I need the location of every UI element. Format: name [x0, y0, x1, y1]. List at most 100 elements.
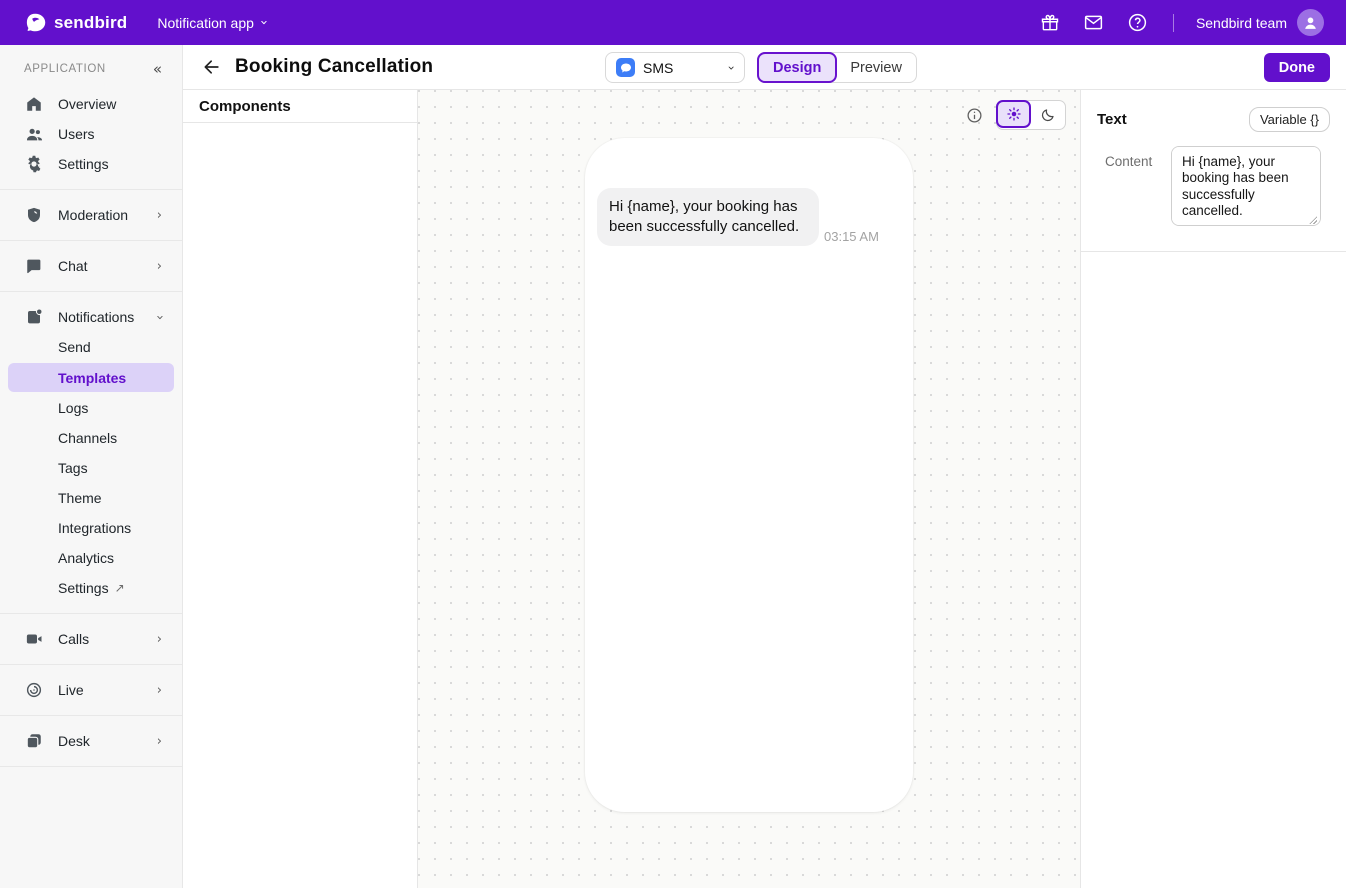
sidebar-subitem-label: Channels	[58, 430, 117, 446]
sidebar-subitem-channels[interactable]: Channels	[0, 423, 182, 453]
sidebar-divider	[0, 189, 182, 190]
sidebar-item-moderation[interactable]: Moderation ›	[0, 200, 182, 230]
sidebar-subitem-analytics[interactable]: Analytics	[0, 543, 182, 573]
sidebar-divider	[0, 291, 182, 292]
sidebar-item-live[interactable]: Live ›	[0, 675, 182, 705]
app-selector-label: Notification app	[157, 15, 254, 31]
home-icon	[24, 95, 44, 113]
sidebar-item-label: Desk	[58, 733, 90, 749]
tab-preview[interactable]: Preview	[836, 53, 916, 82]
video-call-icon	[24, 630, 44, 648]
sidebar: APPLICATION « Overview Users Settings Mo…	[0, 45, 183, 888]
inspector-section-title: Text	[1097, 111, 1127, 128]
logo-wordmark: sendbird	[54, 13, 127, 33]
desk-icon	[24, 732, 44, 750]
sidebar-subitem-label: Analytics	[58, 550, 114, 566]
chevron-right-icon: ›	[157, 734, 162, 749]
chevron-right-icon: ›	[157, 632, 162, 647]
topbar-actions: Sendbird team	[1039, 9, 1324, 36]
sidebar-item-label: Overview	[58, 96, 116, 112]
sidebar-subitem-settings-external[interactable]: Settings ↗	[0, 573, 182, 603]
chevron-down-icon: ›	[726, 65, 738, 70]
sidebar-item-label: Notifications	[58, 309, 134, 325]
sidebar-subitem-tags[interactable]: Tags	[0, 453, 182, 483]
sidebar-subitem-label: Logs	[58, 400, 88, 416]
inspector-panel: Text Variable {} Content Hi {name}, your…	[1080, 90, 1346, 888]
done-button[interactable]: Done	[1264, 53, 1330, 82]
notifications-icon	[24, 308, 44, 326]
sendbird-logo[interactable]: sendbird	[26, 12, 127, 33]
content-label: Content	[1097, 146, 1159, 231]
page-title: Booking Cancellation	[235, 56, 433, 78]
collapse-sidebar-icon[interactable]: «	[153, 60, 162, 78]
mail-icon[interactable]	[1083, 12, 1105, 34]
sidebar-subitem-logs[interactable]: Logs	[0, 393, 182, 423]
dark-mode-button[interactable]	[1030, 101, 1065, 129]
theme-toggle	[996, 100, 1066, 130]
components-panel: Components	[183, 90, 418, 888]
sidebar-item-label: Calls	[58, 631, 89, 647]
chevron-down-icon: ›	[152, 314, 167, 319]
sidebar-item-calls[interactable]: Calls ›	[0, 624, 182, 654]
mode-tabs: Design Preview	[757, 52, 917, 83]
phone-mockup: Hi {name}, your booking has been success…	[585, 138, 913, 812]
message-row: Hi {name}, your booking has been success…	[585, 138, 913, 246]
sidebar-divider	[0, 664, 182, 665]
canvas-toolbar	[964, 100, 1066, 130]
sidebar-subitem-label: Send	[58, 339, 91, 355]
sidebar-divider	[0, 715, 182, 716]
account-menu[interactable]: Sendbird team	[1196, 9, 1324, 36]
components-panel-title: Components	[183, 90, 417, 123]
content-textarea[interactable]: Hi {name}, your booking has been success…	[1171, 146, 1321, 226]
sidebar-divider	[0, 240, 182, 241]
sidebar-section-label: APPLICATION	[24, 63, 153, 75]
sidebar-subitem-templates[interactable]: Templates	[8, 363, 174, 392]
sidebar-subitem-label: Settings	[58, 580, 109, 596]
sidebar-subitem-label: Templates	[58, 370, 126, 386]
sidebar-item-label: Chat	[58, 258, 88, 274]
sendbird-logo-icon	[26, 12, 47, 33]
sidebar-divider	[0, 766, 182, 767]
message-timestamp: 03:15 AM	[824, 229, 879, 246]
users-icon	[24, 125, 44, 144]
variable-button[interactable]: Variable {}	[1249, 107, 1330, 132]
sidebar-subitem-send[interactable]: Send	[0, 332, 182, 362]
chevron-right-icon: ›	[157, 259, 162, 274]
page-header: Booking Cancellation SMS › Design Previe…	[183, 45, 1346, 90]
sidebar-item-overview[interactable]: Overview	[0, 89, 182, 119]
design-canvas[interactable]: Hi {name}, your booking has been success…	[418, 90, 1080, 888]
text-component-section: Text Variable {} Content Hi {name}, your…	[1081, 90, 1346, 252]
channel-select[interactable]: SMS ›	[605, 52, 745, 83]
gift-icon[interactable]	[1039, 12, 1061, 34]
sidebar-subitem-label: Tags	[58, 460, 88, 476]
app-selector[interactable]: Notification app ›	[157, 15, 266, 31]
light-mode-button[interactable]	[996, 100, 1031, 128]
chevron-right-icon: ›	[157, 208, 162, 223]
sidebar-item-label: Live	[58, 682, 84, 698]
sidebar-item-chat[interactable]: Chat ›	[0, 251, 182, 281]
tab-design[interactable]: Design	[757, 52, 837, 83]
team-name: Sendbird team	[1196, 15, 1287, 31]
sidebar-item-desk[interactable]: Desk ›	[0, 726, 182, 756]
sidebar-subitem-integrations[interactable]: Integrations	[0, 513, 182, 543]
sidebar-subitem-theme[interactable]: Theme	[0, 483, 182, 513]
sms-channel-icon	[616, 58, 635, 77]
sidebar-subitem-label: Theme	[58, 490, 102, 506]
avatar[interactable]	[1297, 9, 1324, 36]
sidebar-item-users[interactable]: Users	[0, 119, 182, 149]
sidebar-item-label: Moderation	[58, 207, 128, 223]
sidebar-item-settings[interactable]: Settings	[0, 149, 182, 179]
sidebar-item-label: Settings	[58, 156, 109, 172]
topbar-divider	[1173, 14, 1174, 32]
sidebar-item-notifications[interactable]: Notifications ›	[0, 302, 182, 332]
back-button[interactable]	[199, 54, 225, 80]
help-icon[interactable]	[1127, 12, 1149, 34]
external-link-icon: ↗	[115, 581, 125, 595]
chevron-right-icon: ›	[157, 683, 162, 698]
message-bubble[interactable]: Hi {name}, your booking has been success…	[597, 188, 819, 246]
info-icon[interactable]	[964, 105, 984, 125]
sidebar-divider	[0, 613, 182, 614]
gear-icon	[24, 155, 44, 173]
chevron-down-icon: ›	[257, 20, 270, 25]
top-bar: sendbird Notification app › Sendbird tea…	[0, 0, 1346, 45]
